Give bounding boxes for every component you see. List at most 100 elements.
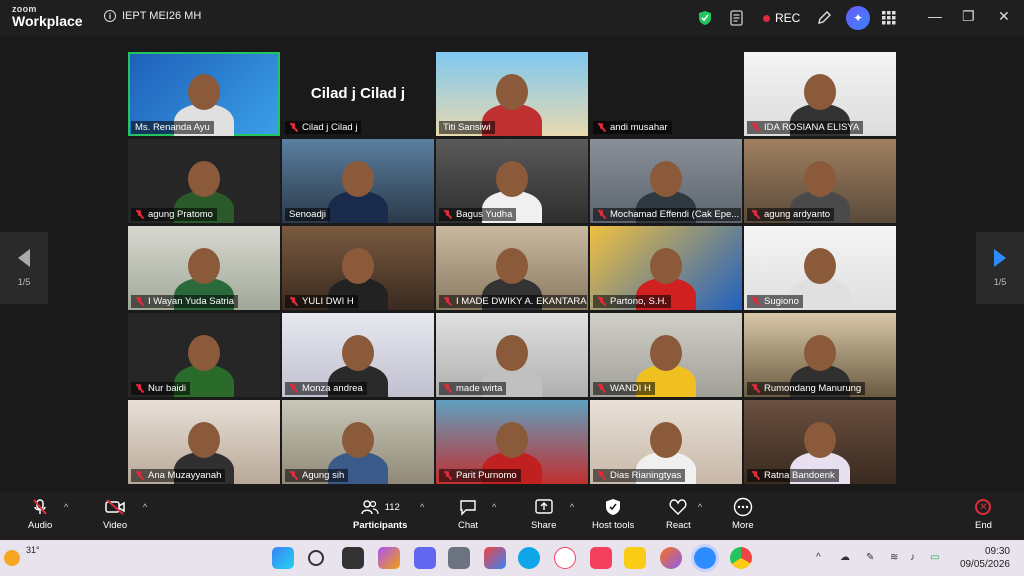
participant-tile[interactable]: Bagus Yudha [436, 139, 588, 223]
participant-face [804, 248, 836, 284]
participant-tile[interactable]: I MADE DWIKY A. EKANTARA [436, 226, 588, 310]
end-button[interactable]: ✕ End [975, 498, 992, 531]
participant-tile[interactable]: Partono, S.H. [590, 226, 742, 310]
participant-name-label: made wirta [439, 382, 507, 395]
cloud-icon[interactable]: ☁ [840, 552, 850, 563]
mic-muted-icon [443, 210, 452, 219]
participant-name: Partono, S.H. [610, 296, 668, 307]
participant-tile[interactable]: Ratna Bandoenk [744, 400, 896, 484]
participant-tile[interactable]: Cilad j Cilad j Cilad j Cilad j [282, 52, 434, 136]
participant-tile[interactable]: Ana Muzayyanah [128, 400, 280, 484]
tray-overflow-icon[interactable]: ^ [816, 552, 821, 563]
participant-tile[interactable]: Senoadji [282, 139, 434, 223]
restore-icon[interactable]: ❐ [962, 8, 975, 25]
participant-tile[interactable]: andi musahar [590, 52, 742, 136]
participant-tile[interactable]: made wirta [436, 313, 588, 397]
participant-tile[interactable]: Ms. Renanda Ayu [128, 52, 280, 136]
share-options-caret-icon[interactable]: ^ [570, 502, 574, 512]
participant-name: WANDI H [610, 383, 651, 394]
react-options-caret-icon[interactable]: ^ [698, 502, 702, 512]
mic-muted-icon [751, 297, 760, 306]
recording-indicator[interactable]: REC [763, 6, 800, 30]
participant-tile[interactable]: Nur baidi [128, 313, 280, 397]
participant-tile[interactable]: IDA ROSIANA ELISYA [744, 52, 896, 136]
react-button[interactable]: React [666, 498, 691, 531]
participant-tile[interactable]: Titi Sansiwi [436, 52, 588, 136]
participant-name: YULI DWI H [302, 296, 354, 307]
participant-name: Parit Purnomo [456, 470, 517, 481]
audio-options-caret-icon[interactable]: ^ [64, 502, 68, 512]
copilot-icon[interactable] [378, 547, 400, 569]
search-icon[interactable] [308, 550, 324, 566]
participant-name: Mochamad Effendi (Cak Epe... [610, 209, 740, 220]
share-label: Share [531, 520, 557, 531]
music-icon[interactable] [590, 547, 612, 569]
participants-button[interactable]: 112 Participants [353, 498, 407, 531]
annotate-pen-icon[interactable] [816, 6, 832, 30]
participant-name: I Wayan Yuda Satria [148, 296, 235, 307]
participant-tile[interactable]: agung Pratomo [128, 139, 280, 223]
mic-muted-icon [751, 123, 760, 132]
participant-name: Ms. Renanda Ayu [135, 122, 210, 133]
participant-tile[interactable]: Parit Purnomo [436, 400, 588, 484]
recording-dot-icon [763, 14, 770, 22]
file-explorer-icon[interactable] [624, 547, 646, 569]
previous-page-button[interactable]: 1/5 [0, 232, 48, 304]
volume-icon[interactable]: ♪ [910, 552, 915, 563]
participants-options-caret-icon[interactable]: ^ [420, 502, 424, 512]
participant-tile[interactable]: Monza andrea [282, 313, 434, 397]
participant-display-name: Cilad j Cilad j [310, 85, 406, 102]
edge-icon[interactable] [518, 547, 540, 569]
participant-tile[interactable]: WANDI H [590, 313, 742, 397]
participant-tile[interactable]: Mochamad Effendi (Cak Epe... [590, 139, 742, 223]
participant-face [496, 422, 528, 458]
participant-tile[interactable]: Rumondang Manurung [744, 313, 896, 397]
close-icon[interactable]: ✕ [998, 8, 1010, 25]
battery-icon[interactable]: ▭ [930, 552, 939, 563]
chrome-icon[interactable] [730, 547, 752, 569]
participant-tile[interactable]: Sugiono [744, 226, 896, 310]
more-button[interactable]: More [732, 497, 754, 531]
participant-face [188, 161, 220, 197]
participant-tile[interactable]: YULI DWI H [282, 226, 434, 310]
mic-muted-icon [289, 471, 298, 480]
store-icon[interactable] [484, 547, 506, 569]
mic-muted-icon [751, 471, 760, 480]
notes-icon[interactable] [730, 6, 744, 30]
host-tools-button[interactable]: Host tools [592, 498, 634, 531]
next-page-button[interactable]: 1/5 [976, 232, 1024, 304]
camera-icon[interactable] [448, 547, 470, 569]
teams-icon[interactable] [414, 547, 436, 569]
system-clock[interactable]: 09:30 09/05/2026 [960, 545, 1010, 571]
chat-button[interactable]: Chat [458, 498, 478, 531]
zoom-taskbar-icon[interactable] [691, 544, 719, 572]
clock-time: 09:30 [984, 546, 1010, 557]
participant-name: agung ardyanto [764, 209, 831, 220]
weather-sun-icon[interactable] [4, 550, 20, 566]
participant-tile[interactable]: Dias Rianingtyas [590, 400, 742, 484]
minimize-icon[interactable]: — [928, 8, 942, 24]
share-button[interactable]: Share [531, 498, 556, 531]
participant-tile[interactable]: I Wayan Yuda Satria [128, 226, 280, 310]
mic-muted-icon [31, 498, 49, 516]
pen-tray-icon[interactable]: ✎ [866, 552, 874, 563]
firefox-icon[interactable] [660, 547, 682, 569]
video-button[interactable]: Video [103, 498, 127, 531]
ai-companion-icon[interactable]: ✦ [846, 6, 870, 30]
apps-grid-icon[interactable] [882, 6, 896, 30]
meeting-info[interactable]: i IEPT MEI26 MH [104, 10, 201, 22]
participant-face [650, 248, 682, 284]
participant-tile[interactable]: agung ardyanto [744, 139, 896, 223]
task-view-icon[interactable] [342, 547, 364, 569]
video-options-caret-icon[interactable]: ^ [143, 502, 147, 512]
chat-options-caret-icon[interactable]: ^ [492, 502, 496, 512]
participant-tile[interactable]: Agung sih [282, 400, 434, 484]
windows-start-icon[interactable] [272, 547, 294, 569]
wifi-icon[interactable]: ≋ [890, 552, 898, 563]
audio-button[interactable]: Audio [28, 498, 52, 531]
info-icon[interactable]: i [104, 10, 116, 22]
itunes-icon[interactable] [554, 547, 576, 569]
participant-face [804, 422, 836, 458]
security-shield-icon[interactable] [698, 6, 712, 30]
participant-name: Sugiono [764, 296, 799, 307]
